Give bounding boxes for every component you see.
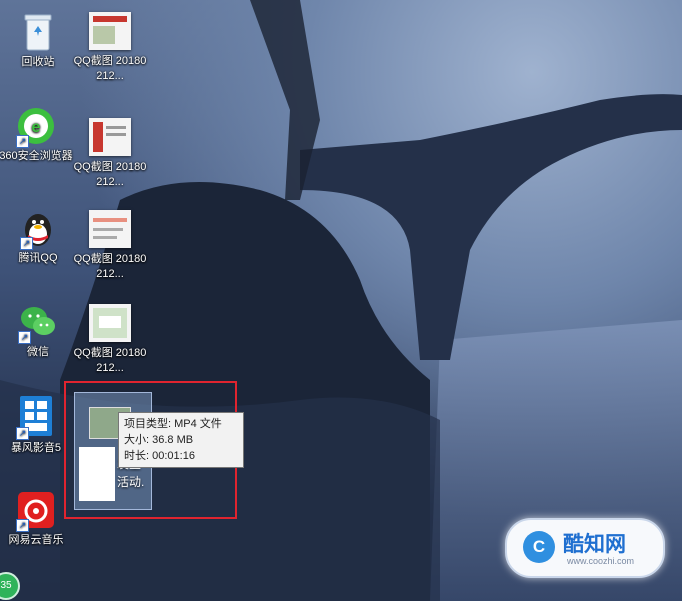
desktop-icon-recycle-bin[interactable]: 回收站 [0,12,76,70]
wechat-icon: ↗ [18,302,58,344]
shortcut-arrow-icon: ↗ [20,237,33,250]
desktop-icon-label: 暴风影音5 [10,442,62,454]
coozhi-watermark: C 酷知网 www.coozhi.com [505,518,665,578]
desktop-icon-label: 网易云音乐 [8,534,64,546]
redacted-name-block [79,447,115,501]
desktop-icon-qq[interactable]: ↗ 腾讯QQ [0,208,76,266]
desktop-file-label: QQ截图 20180212... [73,347,147,374]
coozhi-logo-icon: C [523,531,555,563]
desktop-icon-netease-music[interactable]: ↗ 网易云音乐 [0,490,74,548]
tooltip-type: 项目类型: MP4 文件 [124,418,222,430]
desktop-icon-360-browser[interactable]: e ↗ 360安全浏览器 [0,106,74,164]
screenshot-file-icon [89,210,131,248]
360-browser-icon: e ↗ [16,106,56,148]
desktop-icon-label: 微信 [27,346,49,358]
desktop-file-screenshot-4[interactable]: QQ截图 20180212... [72,296,148,376]
desktop-file-screenshot-2[interactable]: QQ截图 20180212... [72,110,148,190]
netease-music-icon: ↗ [16,490,56,532]
desktop-file-screenshot-1[interactable]: QQ截图 20180212... [72,4,148,84]
baofeng-player-icon: ↗ [16,394,56,440]
watermark-domain: www.coozhi.com [567,556,635,566]
desktop-file-label: QQ截图 20180212... [73,161,147,188]
desktop-icon-baofeng[interactable]: ↗ 暴风影音5 [0,394,74,456]
shortcut-arrow-icon: ↗ [16,427,29,440]
screenshot-file-icon [89,12,131,50]
mp4-name-fragment-2: 活动. [117,475,145,489]
shortcut-arrow-icon: ↗ [18,331,31,344]
desktop-file-label: QQ截图 20180212... [73,55,147,82]
desktop: 回收站 e ↗ 360安全浏览器 ↗ 腾讯QQ ↗ 微信 ↗ 暴风影音5 ↗ 网… [0,0,682,601]
tooltip-size: 大小: 36.8 MB [124,434,194,446]
shortcut-arrow-icon: ↗ [16,519,29,532]
desktop-icon-label: 回收站 [21,56,55,68]
screenshot-file-icon [89,304,131,342]
desktop-icon-wechat[interactable]: ↗ 微信 [0,302,76,360]
screenshot-file-icon [89,118,131,156]
svg-text:e: e [32,119,41,136]
qq-icon: ↗ [20,208,56,250]
desktop-file-screenshot-3[interactable]: QQ截图 20180212... [72,202,148,282]
recycle-bin-icon [22,12,54,52]
watermark-brand: 酷知网 [563,532,626,556]
shortcut-arrow-icon: ↗ [16,135,29,148]
desktop-file-label: QQ截图 20180212... [73,253,147,280]
file-info-tooltip: 项目类型: MP4 文件 大小: 36.8 MB 时长: 00:01:16 [118,412,244,468]
desktop-icon-label: 360安全浏览器 [0,150,73,162]
desktop-icon-label: 腾讯QQ [18,252,58,264]
tooltip-duration: 时长: 00:01:16 [124,450,195,462]
